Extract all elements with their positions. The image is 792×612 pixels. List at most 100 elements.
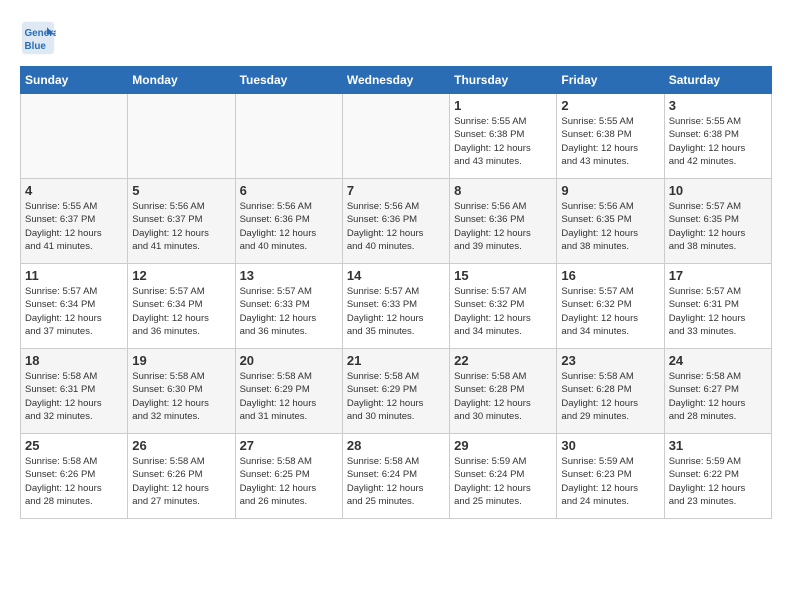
calendar-cell: 30 Sunrise: 5:59 AM Sunset: 6:23 PM Dayli… (557, 434, 664, 519)
day-number: 1 (454, 98, 552, 113)
calendar-cell: 16 Sunrise: 5:57 AM Sunset: 6:32 PM Dayli… (557, 264, 664, 349)
calendar-week-5: 25 Sunrise: 5:58 AM Sunset: 6:26 PM Dayli… (21, 434, 772, 519)
day-number: 29 (454, 438, 552, 453)
calendar-table: SundayMondayTuesdayWednesdayThursdayFrid… (20, 66, 772, 519)
day-number: 12 (132, 268, 230, 283)
day-info: Sunrise: 5:57 AM Sunset: 6:33 PM Dayligh… (347, 285, 445, 338)
weekday-header-monday: Monday (128, 67, 235, 94)
calendar-cell: 1 Sunrise: 5:55 AM Sunset: 6:38 PM Daylig… (450, 94, 557, 179)
day-info: Sunrise: 5:57 AM Sunset: 6:33 PM Dayligh… (240, 285, 338, 338)
calendar-cell: 2 Sunrise: 5:55 AM Sunset: 6:38 PM Daylig… (557, 94, 664, 179)
calendar-cell: 3 Sunrise: 5:55 AM Sunset: 6:38 PM Daylig… (664, 94, 771, 179)
weekday-header-saturday: Saturday (664, 67, 771, 94)
calendar-cell: 29Sunrise: 5:59 AM Sunset: 6:24 PM Dayli… (450, 434, 557, 519)
calendar-cell (235, 94, 342, 179)
calendar-cell: 10 Sunrise: 5:57 AM Sunset: 6:35 PM Dayli… (664, 179, 771, 264)
calendar-cell: 12Sunrise: 5:57 AM Sunset: 6:34 PM Dayli… (128, 264, 235, 349)
calendar-week-3: 11Sunrise: 5:57 AM Sunset: 6:34 PM Dayli… (21, 264, 772, 349)
day-info: Sunrise: 5:57 AM Sunset: 6:35 PM Dayligh… (669, 200, 767, 253)
day-info: Sunrise: 5:58 AM Sunset: 6:24 PM Dayligh… (347, 455, 445, 508)
calendar-cell: 18Sunrise: 5:58 AM Sunset: 6:31 PM Dayli… (21, 349, 128, 434)
day-info: Sunrise: 5:58 AM Sunset: 6:28 PM Dayligh… (561, 370, 659, 423)
day-number: 17 (669, 268, 767, 283)
day-number: 22 (454, 353, 552, 368)
day-number: 18 (25, 353, 123, 368)
calendar-cell: 13 Sunrise: 5:57 AM Sunset: 6:33 PM Dayli… (235, 264, 342, 349)
calendar-cell: 9 Sunrise: 5:56 AM Sunset: 6:35 PM Daylig… (557, 179, 664, 264)
day-info: Sunrise: 5:55 AM Sunset: 6:38 PM Dayligh… (669, 115, 767, 168)
day-info: Sunrise: 5:58 AM Sunset: 6:25 PM Dayligh… (240, 455, 338, 508)
calendar-cell: 27 Sunrise: 5:58 AM Sunset: 6:25 PM Dayli… (235, 434, 342, 519)
day-number: 9 (561, 183, 659, 198)
svg-text:Blue: Blue (25, 41, 47, 52)
calendar-cell: 22 Sunrise: 5:58 AM Sunset: 6:28 PM Dayli… (450, 349, 557, 434)
calendar-cell: 14Sunrise: 5:57 AM Sunset: 6:33 PM Dayli… (342, 264, 449, 349)
calendar-cell: 6 Sunrise: 5:56 AM Sunset: 6:36 PM Daylig… (235, 179, 342, 264)
calendar-cell: 26Sunrise: 5:58 AM Sunset: 6:26 PM Dayli… (128, 434, 235, 519)
calendar-cell: 5 Sunrise: 5:56 AM Sunset: 6:37 PM Daylig… (128, 179, 235, 264)
logo: General Blue (20, 20, 62, 56)
day-number: 23 (561, 353, 659, 368)
day-info: Sunrise: 5:56 AM Sunset: 6:35 PM Dayligh… (561, 200, 659, 253)
day-number: 21 (347, 353, 445, 368)
day-number: 24 (669, 353, 767, 368)
day-number: 28 (347, 438, 445, 453)
calendar-header-row: SundayMondayTuesdayWednesdayThursdayFrid… (21, 67, 772, 94)
weekday-header-tuesday: Tuesday (235, 67, 342, 94)
day-info: Sunrise: 5:57 AM Sunset: 6:32 PM Dayligh… (454, 285, 552, 338)
day-number: 30 (561, 438, 659, 453)
day-number: 4 (25, 183, 123, 198)
calendar-cell (342, 94, 449, 179)
day-info: Sunrise: 5:55 AM Sunset: 6:37 PM Dayligh… (25, 200, 123, 253)
day-info: Sunrise: 5:59 AM Sunset: 6:23 PM Dayligh… (561, 455, 659, 508)
weekday-header-wednesday: Wednesday (342, 67, 449, 94)
calendar-cell: 31Sunrise: 5:59 AM Sunset: 6:22 PM Dayli… (664, 434, 771, 519)
calendar-cell: 11Sunrise: 5:57 AM Sunset: 6:34 PM Dayli… (21, 264, 128, 349)
weekday-header-friday: Friday (557, 67, 664, 94)
day-number: 6 (240, 183, 338, 198)
day-number: 16 (561, 268, 659, 283)
day-info: Sunrise: 5:58 AM Sunset: 6:29 PM Dayligh… (347, 370, 445, 423)
calendar-cell: 8Sunrise: 5:56 AM Sunset: 6:36 PM Daylig… (450, 179, 557, 264)
day-number: 8 (454, 183, 552, 198)
calendar-cell: 25 Sunrise: 5:58 AM Sunset: 6:26 PM Dayli… (21, 434, 128, 519)
day-info: Sunrise: 5:56 AM Sunset: 6:36 PM Dayligh… (240, 200, 338, 253)
day-number: 15 (454, 268, 552, 283)
day-info: Sunrise: 5:55 AM Sunset: 6:38 PM Dayligh… (454, 115, 552, 168)
day-number: 25 (25, 438, 123, 453)
calendar-cell: 28 Sunrise: 5:58 AM Sunset: 6:24 PM Dayli… (342, 434, 449, 519)
day-number: 7 (347, 183, 445, 198)
calendar-week-2: 4 Sunrise: 5:55 AM Sunset: 6:37 PM Daylig… (21, 179, 772, 264)
day-info: Sunrise: 5:58 AM Sunset: 6:26 PM Dayligh… (25, 455, 123, 508)
day-number: 13 (240, 268, 338, 283)
day-info: Sunrise: 5:56 AM Sunset: 6:37 PM Dayligh… (132, 200, 230, 253)
calendar-cell (21, 94, 128, 179)
calendar-cell: 20 Sunrise: 5:58 AM Sunset: 6:29 PM Dayli… (235, 349, 342, 434)
day-info: Sunrise: 5:58 AM Sunset: 6:27 PM Dayligh… (669, 370, 767, 423)
calendar-cell: 4 Sunrise: 5:55 AM Sunset: 6:37 PM Daylig… (21, 179, 128, 264)
day-info: Sunrise: 5:58 AM Sunset: 6:29 PM Dayligh… (240, 370, 338, 423)
calendar-week-4: 18Sunrise: 5:58 AM Sunset: 6:31 PM Dayli… (21, 349, 772, 434)
calendar-cell: 19Sunrise: 5:58 AM Sunset: 6:30 PM Dayli… (128, 349, 235, 434)
day-info: Sunrise: 5:58 AM Sunset: 6:28 PM Dayligh… (454, 370, 552, 423)
calendar-cell: 17Sunrise: 5:57 AM Sunset: 6:31 PM Dayli… (664, 264, 771, 349)
day-number: 3 (669, 98, 767, 113)
day-info: Sunrise: 5:55 AM Sunset: 6:38 PM Dayligh… (561, 115, 659, 168)
day-number: 5 (132, 183, 230, 198)
day-info: Sunrise: 5:57 AM Sunset: 6:32 PM Dayligh… (561, 285, 659, 338)
calendar-cell: 21 Sunrise: 5:58 AM Sunset: 6:29 PM Dayli… (342, 349, 449, 434)
calendar-cell (128, 94, 235, 179)
logo-icon: General Blue (20, 20, 56, 56)
day-number: 10 (669, 183, 767, 198)
day-number: 11 (25, 268, 123, 283)
day-number: 20 (240, 353, 338, 368)
calendar-cell: 24 Sunrise: 5:58 AM Sunset: 6:27 PM Dayli… (664, 349, 771, 434)
weekday-header-sunday: Sunday (21, 67, 128, 94)
day-number: 31 (669, 438, 767, 453)
weekday-header-thursday: Thursday (450, 67, 557, 94)
day-number: 27 (240, 438, 338, 453)
day-number: 26 (132, 438, 230, 453)
day-info: Sunrise: 5:56 AM Sunset: 6:36 PM Dayligh… (347, 200, 445, 253)
day-number: 2 (561, 98, 659, 113)
calendar-week-1: 1 Sunrise: 5:55 AM Sunset: 6:38 PM Daylig… (21, 94, 772, 179)
